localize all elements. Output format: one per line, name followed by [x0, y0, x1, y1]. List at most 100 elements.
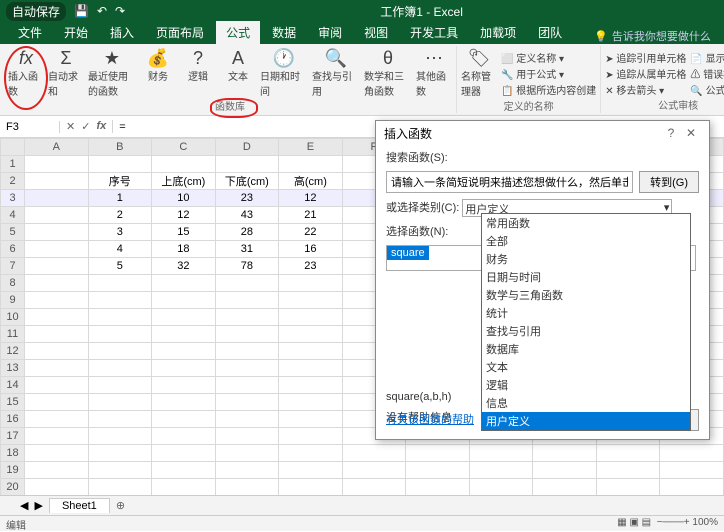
row-header[interactable]: 10 [1, 309, 25, 326]
view-normal-icon[interactable]: ▦ [617, 517, 626, 530]
cell[interactable] [152, 275, 216, 292]
save-icon[interactable]: 💾 [74, 4, 89, 18]
sheet-nav-next-icon[interactable]: ▶ [34, 499, 42, 512]
cell[interactable] [215, 445, 279, 462]
cell[interactable] [88, 292, 152, 309]
fx-icon[interactable]: fx [96, 120, 106, 133]
dropdown-item[interactable]: 文本 [482, 358, 690, 376]
search-input[interactable] [386, 171, 633, 193]
row-header[interactable]: 9 [1, 292, 25, 309]
row-header[interactable]: 18 [1, 445, 25, 462]
zoom-level[interactable]: 100% [692, 517, 718, 530]
cell[interactable] [25, 292, 89, 309]
cell[interactable] [469, 462, 533, 479]
eval-formula-button[interactable]: 🔍 公式求值 [690, 82, 724, 97]
cell[interactable] [88, 326, 152, 343]
cell[interactable]: 2 [88, 207, 152, 224]
cell[interactable] [88, 411, 152, 428]
cell[interactable]: 1 [88, 190, 152, 207]
cell[interactable] [25, 224, 89, 241]
cell[interactable] [215, 326, 279, 343]
cell[interactable]: 18 [152, 241, 216, 258]
cell[interactable] [88, 275, 152, 292]
cell[interactable] [279, 275, 343, 292]
cell[interactable] [88, 479, 152, 496]
cell[interactable] [660, 445, 724, 462]
row-header[interactable]: 4 [1, 207, 25, 224]
cell[interactable] [25, 241, 89, 258]
enter-icon[interactable]: ✓ [81, 120, 90, 133]
cell[interactable] [533, 479, 597, 496]
cell[interactable] [279, 411, 343, 428]
dropdown-item[interactable]: 全部 [482, 232, 690, 250]
view-layout-icon[interactable]: ▣ [629, 517, 638, 530]
cell[interactable] [660, 462, 724, 479]
col-header[interactable]: A [25, 139, 89, 156]
cell[interactable]: 78 [215, 258, 279, 275]
col-header[interactable]: B [88, 139, 152, 156]
tab-home[interactable]: 开始 [54, 21, 98, 44]
cell[interactable] [215, 479, 279, 496]
cell[interactable] [152, 309, 216, 326]
dropdown-item[interactable]: 信息 [482, 394, 690, 412]
more-func-button[interactable]: ⋯其他函数 [416, 48, 452, 98]
cell[interactable] [152, 394, 216, 411]
cell[interactable] [596, 479, 660, 496]
cell[interactable] [342, 445, 406, 462]
cell[interactable] [215, 275, 279, 292]
cell[interactable]: 高(cm) [279, 173, 343, 190]
tab-insert[interactable]: 插入 [100, 21, 144, 44]
dialog-help-icon[interactable]: ? [661, 126, 681, 140]
datetime-button[interactable]: 🕐日期和时间 [260, 48, 308, 98]
cell[interactable] [152, 343, 216, 360]
cell[interactable] [215, 428, 279, 445]
tab-review[interactable]: 审阅 [308, 21, 352, 44]
row-header[interactable]: 6 [1, 241, 25, 258]
cell[interactable] [215, 377, 279, 394]
tab-view[interactable]: 视图 [354, 21, 398, 44]
logical-button[interactable]: ?逻辑 [180, 48, 216, 83]
cell[interactable]: 上底(cm) [152, 173, 216, 190]
cell[interactable]: 5 [88, 258, 152, 275]
cell[interactable] [215, 292, 279, 309]
use-in-formula-button[interactable]: 🔧 用于公式 ▾ [501, 66, 596, 81]
tab-data[interactable]: 数据 [262, 21, 306, 44]
tab-formula[interactable]: 公式 [216, 21, 260, 44]
cell[interactable] [279, 326, 343, 343]
cell[interactable] [279, 479, 343, 496]
view-break-icon[interactable]: ▤ [642, 517, 651, 530]
cell[interactable] [88, 445, 152, 462]
dropdown-item[interactable]: 常用函数 [482, 214, 690, 232]
row-header[interactable]: 20 [1, 479, 25, 496]
help-link[interactable]: 有关该函数的帮助 [386, 414, 474, 426]
dropdown-item[interactable]: 用户定义 [482, 412, 690, 430]
cell[interactable] [152, 326, 216, 343]
row-header[interactable]: 19 [1, 462, 25, 479]
autosum-button[interactable]: Σ自动求和 [48, 48, 84, 98]
row-header[interactable]: 7 [1, 258, 25, 275]
cell[interactable] [152, 411, 216, 428]
name-box[interactable]: F3 [0, 121, 60, 133]
cell[interactable] [279, 428, 343, 445]
cell[interactable] [660, 479, 724, 496]
cell[interactable]: 43 [215, 207, 279, 224]
row-header[interactable]: 13 [1, 360, 25, 377]
tab-team[interactable]: 团队 [528, 21, 572, 44]
sheet-tab[interactable]: Sheet1 [49, 498, 110, 513]
cell[interactable] [152, 462, 216, 479]
cell[interactable] [88, 309, 152, 326]
zoom-in-icon[interactable]: + [684, 517, 690, 530]
tab-addins[interactable]: 加载项 [470, 21, 526, 44]
cell[interactable] [279, 462, 343, 479]
cell[interactable] [25, 445, 89, 462]
row-header[interactable]: 17 [1, 428, 25, 445]
cell[interactable] [215, 462, 279, 479]
col-header[interactable]: E [279, 139, 343, 156]
trace-dependents-button[interactable]: ➤ 追踪从属单元格 [605, 66, 686, 81]
dropdown-item[interactable]: 数据库 [482, 340, 690, 358]
tab-layout[interactable]: 页面布局 [146, 21, 214, 44]
cell[interactable] [596, 445, 660, 462]
cell[interactable] [342, 462, 406, 479]
cell[interactable] [279, 377, 343, 394]
cell[interactable]: 28 [215, 224, 279, 241]
